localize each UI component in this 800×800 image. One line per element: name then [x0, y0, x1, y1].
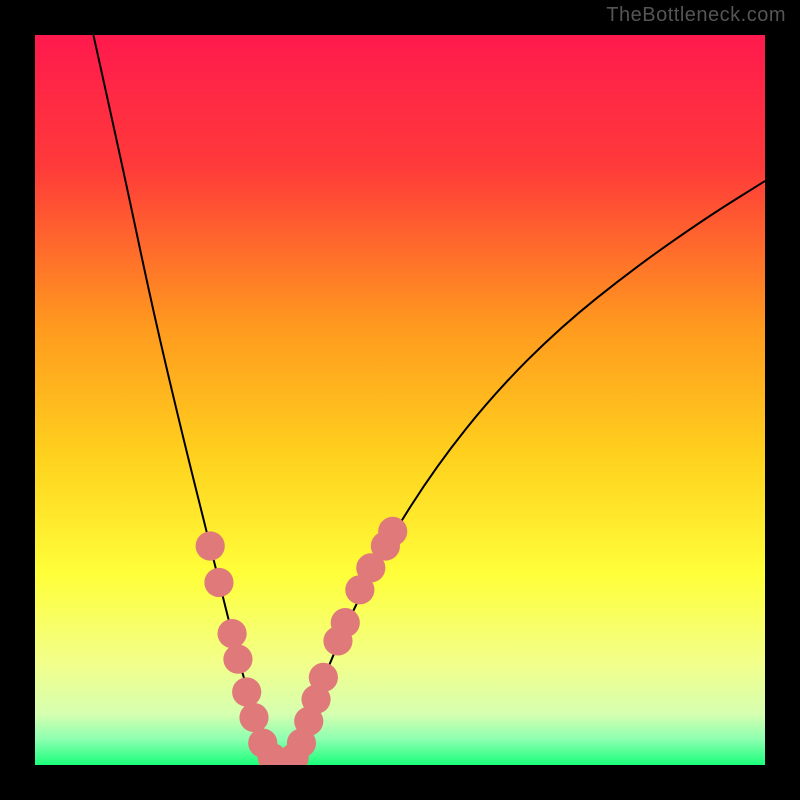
plot-svg [35, 35, 765, 765]
chart-frame: TheBottleneck.com [0, 0, 800, 800]
marker-point [239, 703, 268, 732]
watermark-text: TheBottleneck.com [606, 4, 786, 27]
plot-area [35, 35, 765, 765]
marker-point [223, 645, 252, 674]
marker-point [378, 517, 407, 546]
marker-point [204, 568, 233, 597]
marker-point [196, 531, 225, 560]
marker-point [218, 619, 247, 648]
marker-point [232, 677, 261, 706]
marker-point [331, 608, 360, 637]
marker-point [309, 663, 338, 692]
gradient-background [35, 35, 765, 765]
